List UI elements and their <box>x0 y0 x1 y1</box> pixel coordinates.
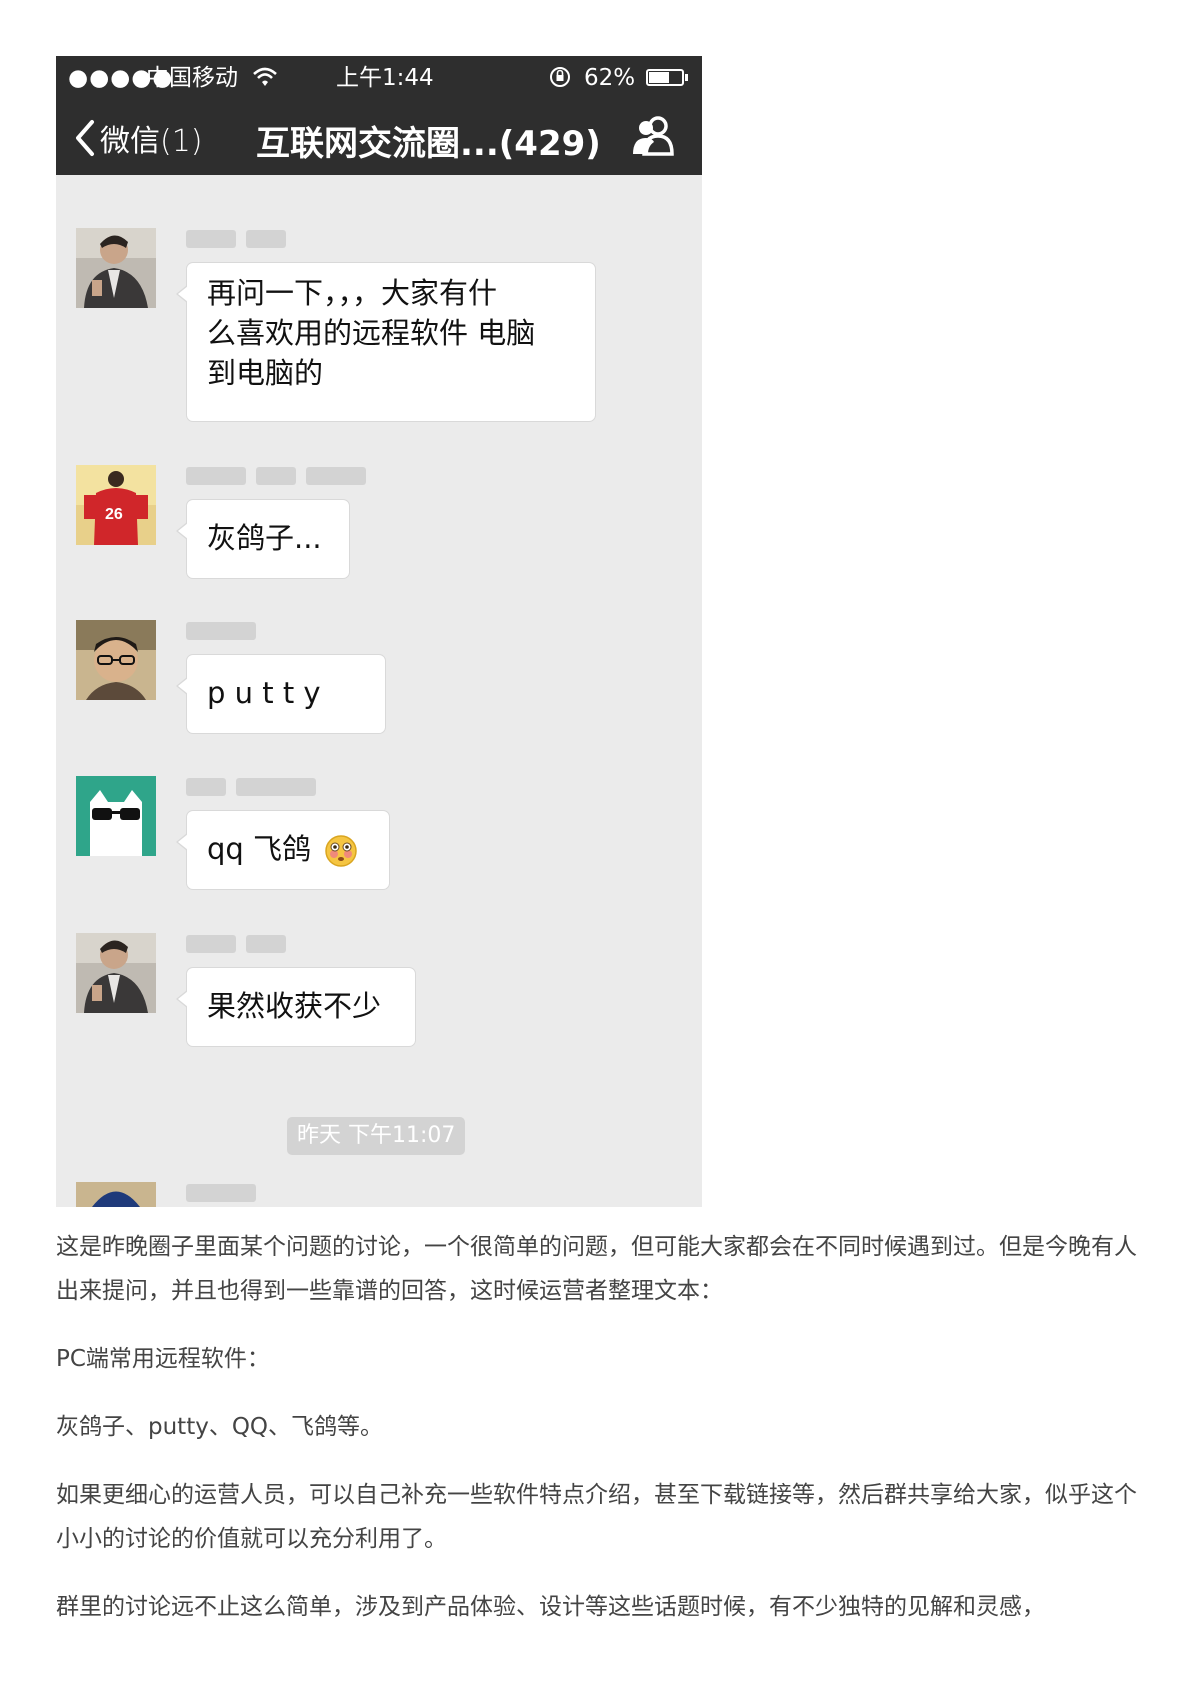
back-label: 微信(1) <box>100 124 203 159</box>
avatar[interactable]: 26 <box>76 465 156 545</box>
article-paragraph: 灰鸽子、putty、QQ、飞鸽等。 <box>56 1414 384 1440</box>
svg-text:26: 26 <box>105 506 123 523</box>
avatar[interactable] <box>76 228 156 308</box>
sender-name-blurred <box>186 935 286 957</box>
status-time: 上午1:44 <box>336 65 434 91</box>
message-bubble: 灰鸽子... <box>176 499 350 579</box>
message-bubble: 果然收获不少 <box>176 967 416 1047</box>
article-body: 这是昨晚圈子里面某个问题的讨论，一个很简单的问题，但可能大家都会在不同时候遇到过… <box>56 1225 1156 1653</box>
avatar-boy-glasses <box>76 620 156 700</box>
message-text: qq 飞鸽 <box>207 832 312 866</box>
message-line: 么喜欢用的远程软件 电脑 <box>207 316 536 350</box>
back-button[interactable]: 微信(1) <box>74 118 203 159</box>
avatar[interactable] <box>76 933 156 1013</box>
message-bubble: qq 飞鸽 <box>176 810 390 890</box>
wifi-icon <box>253 67 277 86</box>
article-paragraph: 这是昨晚圈子里面某个问题的讨论，一个很简单的问题，但可能大家都会在不同时候遇到过… <box>56 1234 1137 1304</box>
avatar[interactable] <box>76 620 156 700</box>
chat-nav-bar: 微信(1) 互联网交流圈...(429) <box>56 100 702 175</box>
chat-timestamp: 昨天 下午11:07 <box>287 1117 466 1155</box>
article-paragraph: 群里的讨论远不止这么简单，涉及到产品体验、设计等这些话题时候，有不少独特的见解和… <box>56 1594 1045 1620</box>
article-paragraph: 如果更细心的运营人员，可以自己补充一些软件特点介绍，甚至下载链接等，然后群共享给… <box>56 1482 1137 1552</box>
message-line: 再问一下，，，大家有什 <box>207 276 498 310</box>
battery-percent: 62% <box>584 65 636 91</box>
chevron-left-icon <box>76 120 94 156</box>
avatar-cat-sunglasses <box>76 776 156 856</box>
sender-name-blurred <box>186 467 366 489</box>
group-members-icon[interactable] <box>630 114 678 160</box>
status-bar: ●●●●● 中国移动 上午1:44 62% <box>56 56 702 100</box>
sender-name-blurred <box>186 230 286 252</box>
message-bubble: p u t t y <box>176 654 386 734</box>
avatar[interactable] <box>76 1182 156 1207</box>
sender-name-blurred <box>186 622 256 644</box>
battery-icon <box>646 69 688 86</box>
phone-screenshot: ●●●●● 中国移动 上午1:44 62% 微信(1) 互联网交流圈...(42… <box>56 56 702 1207</box>
avatar-red-jersey: 26 <box>76 465 156 545</box>
carrier-label: 中国移动 <box>146 65 238 91</box>
message-bubble: 再问一下，，，大家有什 么喜欢用的远程软件 电脑 到电脑的 <box>176 262 596 422</box>
avatar[interactable] <box>76 776 156 856</box>
sender-name-blurred <box>186 1184 256 1206</box>
avatar-man-in-suit <box>76 228 156 308</box>
avatar-partial <box>76 1182 156 1207</box>
flushed-face-emoji-icon <box>325 835 358 867</box>
article-paragraph: PC端常用远程软件： <box>56 1346 270 1372</box>
chat-title: 互联网交流圈...(429) <box>256 124 601 164</box>
rotation-lock-icon <box>550 67 570 87</box>
message-line: 到电脑的 <box>207 356 324 390</box>
avatar-man-in-suit <box>76 933 156 1013</box>
sender-name-blurred <box>186 778 316 800</box>
